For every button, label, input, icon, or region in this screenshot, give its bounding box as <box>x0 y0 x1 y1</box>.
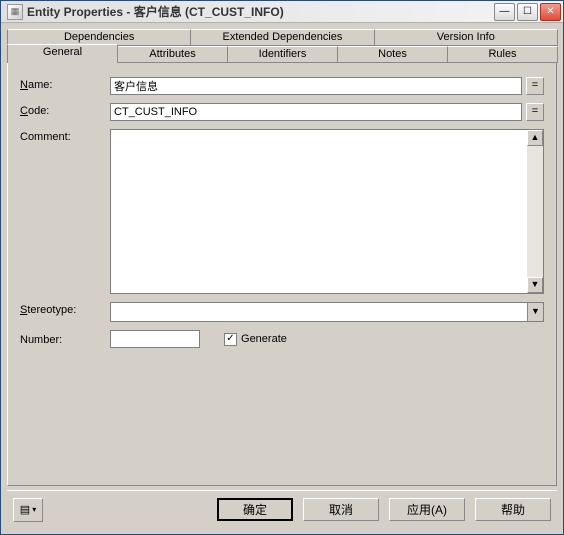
name-field[interactable] <box>110 77 522 95</box>
window-title: Entity Properties - 客户信息 (CT_CUST_INFO) <box>27 3 492 20</box>
tab-version-info[interactable]: Version Info <box>374 29 558 46</box>
stereotype-label: Stereotype: <box>20 302 110 316</box>
name-options-button[interactable]: = <box>526 77 544 95</box>
tab-row-front: General Attributes Identifiers Notes Rul… <box>7 46 557 63</box>
name-label: Name: <box>20 77 110 91</box>
number-field[interactable] <box>110 330 200 348</box>
general-panel: Name: = Code: = Comment: ▲ ▼ <box>7 63 557 486</box>
minimize-button[interactable]: — <box>494 3 515 21</box>
dialog-button-bar: ▤ ▾ 确定 取消 应用(A) 帮助 <box>7 490 557 528</box>
stereotype-combo[interactable]: ▼ <box>110 302 544 322</box>
maximize-button[interactable]: ☐ <box>517 3 538 21</box>
comment-field-wrap: ▲ ▼ <box>110 129 544 294</box>
generate-label: Generate <box>241 333 287 345</box>
tab-identifiers[interactable]: Identifiers <box>227 46 338 63</box>
cancel-button[interactable]: 取消 <box>303 498 379 521</box>
tab-attributes[interactable]: Attributes <box>117 46 228 63</box>
row-number: Number: ✓ Generate <box>20 330 544 348</box>
number-label: Number: <box>20 332 110 346</box>
client-area: Dependencies Extended Dependencies Versi… <box>1 23 563 534</box>
row-comment: Comment: ▲ ▼ <box>20 129 544 294</box>
close-button[interactable]: ✕ <box>540 3 561 21</box>
tab-notes[interactable]: Notes <box>337 46 448 63</box>
stereotype-field[interactable] <box>111 303 527 321</box>
row-code: Code: = <box>20 103 544 121</box>
titlebar[interactable]: ▦ Entity Properties - 客户信息 (CT_CUST_INFO… <box>1 1 563 23</box>
chevron-down-icon: ▾ <box>32 505 36 514</box>
code-field[interactable] <box>110 103 522 121</box>
code-options-button[interactable]: = <box>526 103 544 121</box>
scroll-up-icon[interactable]: ▲ <box>527 130 543 146</box>
row-stereotype: Stereotype: ▼ <box>20 302 544 322</box>
menu-button[interactable]: ▤ ▾ <box>13 498 43 522</box>
generate-checkbox-wrap[interactable]: ✓ Generate <box>224 333 287 346</box>
comment-scrollbar[interactable]: ▲ ▼ <box>527 130 543 293</box>
apply-button[interactable]: 应用(A) <box>389 498 465 521</box>
stereotype-dropdown-icon[interactable]: ▼ <box>527 303 543 321</box>
row-name: Name: = <box>20 77 544 95</box>
list-icon: ▤ <box>20 503 30 516</box>
window-icon: ▦ <box>7 4 23 20</box>
comment-field[interactable] <box>111 130 527 293</box>
tab-general[interactable]: General <box>7 44 118 63</box>
entity-properties-window: ▦ Entity Properties - 客户信息 (CT_CUST_INFO… <box>0 0 564 535</box>
code-label: Code: <box>20 103 110 117</box>
ok-button[interactable]: 确定 <box>217 498 293 521</box>
comment-label: Comment: <box>20 129 110 143</box>
tab-extended-dependencies[interactable]: Extended Dependencies <box>190 29 374 46</box>
help-button[interactable]: 帮助 <box>475 498 551 521</box>
generate-checkbox[interactable]: ✓ <box>224 333 237 346</box>
tab-strip: Dependencies Extended Dependencies Versi… <box>7 29 557 63</box>
scroll-down-icon[interactable]: ▼ <box>527 277 543 293</box>
tab-rules[interactable]: Rules <box>447 46 558 63</box>
